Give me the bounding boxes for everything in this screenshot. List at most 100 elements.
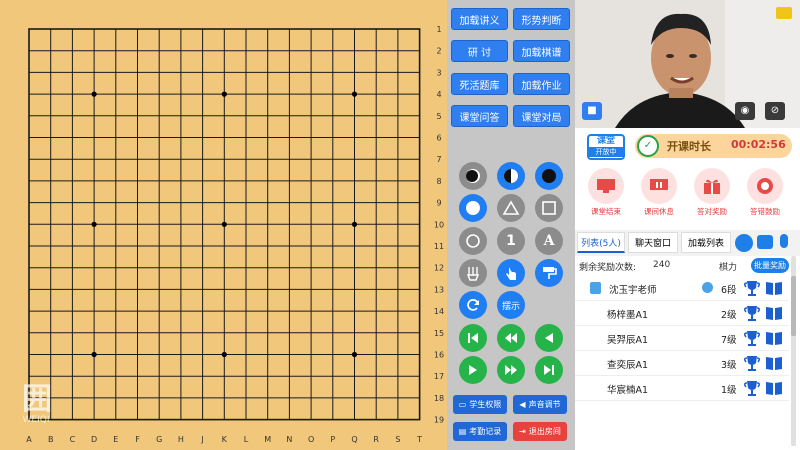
next-move-button[interactable]	[459, 356, 487, 384]
student-row[interactable]: 吴羿辰A1 7级	[575, 327, 789, 351]
reward-count-label: 剩余奖励次数:	[579, 263, 637, 273]
student-row[interactable]: 华宸楠A1 1级	[575, 377, 789, 401]
messages-icon[interactable]	[757, 235, 773, 249]
column-label: O	[308, 435, 314, 444]
skip-end-icon	[544, 365, 554, 375]
white-stone-tool[interactable]	[459, 194, 487, 222]
student-name: 杨梓墨A1	[607, 310, 649, 321]
microphone-icon[interactable]	[780, 234, 788, 248]
batch-reward-button[interactable]: 批量奖励	[751, 258, 789, 273]
pen-icon	[466, 267, 480, 281]
row-label: 18	[434, 394, 444, 403]
class-game-button[interactable]: 课堂对局	[513, 105, 570, 127]
correct-reward-button[interactable]: 答对奖励	[691, 168, 733, 217]
rank-header: 棋力	[719, 263, 738, 273]
discuss-button[interactable]: 研 讨	[451, 40, 508, 62]
class-qa-button[interactable]: 课堂问答	[451, 105, 508, 127]
trophy-icon[interactable]	[743, 304, 761, 325]
row-label: 14	[434, 307, 444, 316]
class-end-button[interactable]: 课堂结束	[585, 168, 627, 217]
class-open-badge: 课堂 开放中	[587, 134, 625, 160]
trophy-icon[interactable]	[743, 354, 761, 375]
paint-tool[interactable]	[535, 259, 563, 287]
book-icon[interactable]	[765, 355, 783, 374]
exit-room-label: 退出房间	[528, 427, 561, 436]
column-label: D	[91, 435, 97, 444]
display-button[interactable]: 摆示	[497, 291, 525, 319]
tab-chat[interactable]: 聊天窗口	[628, 232, 678, 253]
last-move-button[interactable]	[535, 356, 563, 384]
letter-mark-tool[interactable]: A	[535, 227, 563, 255]
student-name: 查奕辰A1	[607, 360, 649, 371]
pen-tool[interactable]	[459, 259, 487, 287]
column-label: M	[264, 435, 271, 444]
minimize-video-button[interactable]	[776, 7, 792, 19]
fast-forward-button[interactable]	[497, 356, 525, 384]
previous-move-button[interactable]	[535, 324, 563, 352]
alternate-stone-tool[interactable]	[497, 162, 525, 190]
monitor-icon	[588, 168, 624, 204]
book-icon[interactable]	[765, 280, 783, 299]
gift-icon	[694, 168, 730, 204]
book-icon[interactable]	[765, 305, 783, 324]
star-point	[91, 351, 97, 358]
refresh-button[interactable]	[459, 291, 487, 319]
break-button[interactable]: 课间休息	[638, 168, 680, 217]
load-record-button[interactable]: 加载棋谱	[513, 40, 570, 62]
sound-adjust-button[interactable]: ◀ 声音调节	[513, 395, 567, 414]
student-row[interactable]: 杨梓墨A1 2级	[575, 302, 789, 326]
tab-student-list[interactable]: 列表(5人)	[577, 232, 625, 253]
trophy-icon[interactable]	[743, 329, 761, 350]
student-row[interactable]: 查奕辰A1 3级	[575, 352, 789, 376]
refresh-icon	[467, 299, 479, 311]
row-label: 19	[434, 416, 444, 425]
black-circle-icon	[542, 169, 556, 183]
trophy-icon[interactable]	[743, 379, 761, 400]
triangle-mark-tool[interactable]	[497, 194, 525, 222]
life-death-bank-button[interactable]: 死活题库	[451, 73, 508, 95]
student-row-teacher[interactable]: 沈玉宇老师 6段	[575, 277, 789, 301]
student-rank: 3级	[721, 360, 737, 371]
go-board[interactable]: A B C D E F G H J K L M N O P Q R S T123456789101112131415…	[0, 0, 447, 450]
first-move-button[interactable]	[459, 324, 487, 352]
exit-room-button[interactable]: ⇥ 退出房间	[513, 422, 567, 441]
row-label: 10	[434, 220, 444, 229]
column-label: T	[416, 435, 422, 444]
star-point	[351, 91, 358, 97]
situation-judge-button[interactable]: 形势判断	[513, 8, 570, 30]
number-one-icon: 1	[506, 233, 516, 249]
tool-column: 加载讲义 形势判断 研 讨 加载棋谱 死活题库 加载作业 课堂问答 课堂对局 1…	[447, 0, 575, 450]
trophy-icon[interactable]	[743, 279, 761, 300]
book-icon[interactable]	[765, 380, 783, 399]
black-only-tool[interactable]	[535, 162, 563, 190]
mute-video-icon[interactable]: ⊘	[765, 102, 785, 120]
student-rank: 2级	[721, 310, 737, 321]
row-label: 6	[436, 134, 441, 143]
row-label: 3	[436, 68, 441, 77]
number-mark-tool[interactable]: 1	[497, 227, 525, 255]
rewind-button[interactable]	[497, 324, 525, 352]
column-label: P	[330, 435, 335, 444]
circle-mark-tool[interactable]	[459, 227, 487, 255]
attendance-button[interactable]: ▤ 考勤记录	[453, 422, 507, 441]
load-handout-button[interactable]: 加载讲义	[451, 8, 508, 30]
scrollbar-thumb[interactable]	[791, 276, 796, 336]
wrong-encourage-button[interactable]: 答错鼓励	[744, 168, 786, 217]
clock-icon: ✓	[637, 135, 659, 157]
load-homework-button[interactable]: 加载作业	[513, 73, 570, 95]
tab-load-list[interactable]: 加载列表	[681, 232, 731, 253]
book-icon[interactable]	[765, 330, 783, 349]
square-mark-tool[interactable]	[535, 194, 563, 222]
student-permission-button[interactable]: ▭ 学生权限	[453, 395, 507, 414]
snapshot-icon[interactable]: ◉	[735, 102, 755, 120]
row-label: 17	[434, 372, 444, 381]
pointer-tool[interactable]	[497, 259, 525, 287]
class-badge-top: 课堂	[596, 136, 615, 146]
rewind-icon	[505, 333, 517, 343]
chat-bubble-icon[interactable]	[735, 234, 753, 252]
student-list-scrollbar[interactable]	[791, 256, 796, 446]
row-label: 13	[434, 285, 444, 294]
video-camera-icon[interactable]: ■	[582, 102, 602, 120]
duration-time: 00:02:56	[731, 138, 786, 151]
black-stone-tool[interactable]	[459, 162, 487, 190]
